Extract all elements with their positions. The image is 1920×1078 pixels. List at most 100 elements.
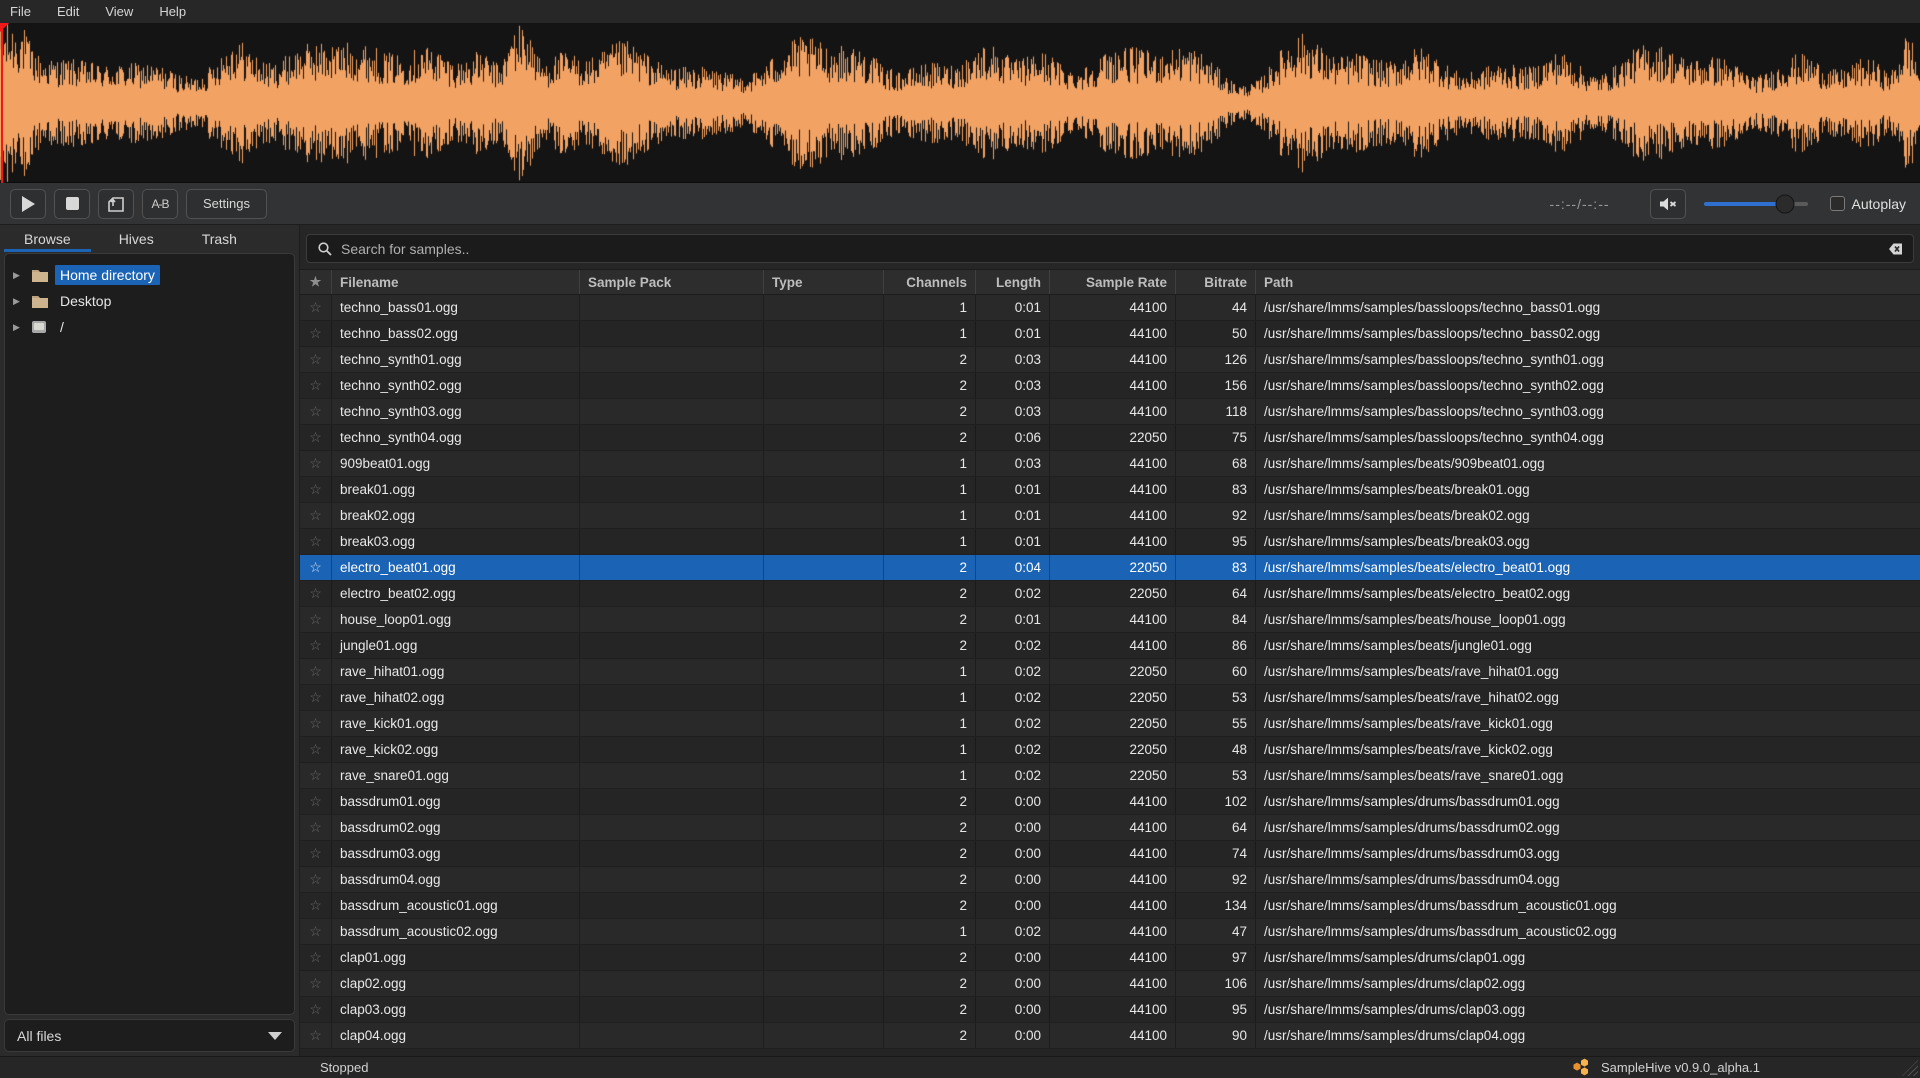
play-button[interactable] (10, 189, 46, 219)
table-row[interactable]: ☆ bassdrum04.ogg 2 0:00 44100 92 /usr/sh… (300, 867, 1920, 893)
mute-button[interactable] (1650, 189, 1686, 219)
header-type[interactable]: Type (764, 270, 884, 294)
favorite-star-icon[interactable]: ☆ (309, 949, 322, 966)
table-row[interactable]: ☆ rave_hihat01.ogg 1 0:02 22050 60 /usr/… (300, 659, 1920, 685)
table-row[interactable]: ☆ techno_synth04.ogg 2 0:06 22050 75 /us… (300, 425, 1920, 451)
favorite-star-icon[interactable]: ☆ (309, 715, 322, 732)
table-row[interactable]: ☆ rave_snare01.ogg 1 0:02 22050 53 /usr/… (300, 763, 1920, 789)
table-row[interactable]: ☆ techno_synth01.ogg 2 0:03 44100 126 /u… (300, 347, 1920, 373)
table-row[interactable]: ☆ bassdrum03.ogg 2 0:00 44100 74 /usr/sh… (300, 841, 1920, 867)
favorite-star-icon[interactable]: ☆ (309, 871, 322, 888)
expand-arrow-icon[interactable]: ▶ (13, 270, 31, 281)
tree-item-root[interactable]: ▶ / (5, 314, 294, 340)
menu-edit[interactable]: Edit (57, 4, 79, 19)
favorite-star-icon[interactable]: ☆ (309, 299, 322, 316)
header-sample-pack[interactable]: Sample Pack (580, 270, 764, 294)
resize-grip[interactable] (1902, 1060, 1918, 1076)
expand-arrow-icon[interactable]: ▶ (13, 322, 31, 333)
tab-trash[interactable]: Trash (178, 225, 261, 252)
table-row[interactable]: ☆ 909beat01.ogg 1 0:03 44100 68 /usr/sha… (300, 451, 1920, 477)
ab-loop-button[interactable]: A-B (142, 189, 178, 219)
favorite-star-icon[interactable]: ☆ (309, 377, 322, 394)
favorite-star-icon[interactable]: ☆ (309, 1001, 322, 1018)
table-row[interactable]: ☆ rave_kick01.ogg 1 0:02 22050 55 /usr/s… (300, 711, 1920, 737)
table-row[interactable]: ☆ bassdrum_acoustic02.ogg 1 0:02 44100 4… (300, 919, 1920, 945)
header-bitrate[interactable]: Bitrate (1176, 270, 1256, 294)
favorite-star-icon[interactable]: ☆ (309, 325, 322, 342)
favorite-star-icon[interactable]: ☆ (309, 689, 322, 706)
loop-button[interactable] (98, 189, 134, 219)
favorite-star-icon[interactable]: ☆ (309, 637, 322, 654)
table-row[interactable]: ☆ bassdrum_acoustic01.ogg 2 0:00 44100 1… (300, 893, 1920, 919)
favorite-star-icon[interactable]: ☆ (309, 481, 322, 498)
header-favorite-star-icon[interactable]: ★ (300, 270, 332, 294)
clear-search-icon[interactable] (1884, 242, 1903, 256)
search-bar[interactable] (306, 234, 1914, 263)
search-input[interactable] (341, 241, 1884, 257)
cell-sample-pack (580, 347, 764, 372)
settings-button[interactable]: Settings (186, 189, 267, 219)
table-row[interactable]: ☆ techno_synth02.ogg 2 0:03 44100 156 /u… (300, 373, 1920, 399)
waveform-panel[interactable] (0, 23, 1920, 183)
favorite-star-icon[interactable]: ☆ (309, 741, 322, 758)
favorite-star-icon[interactable]: ☆ (309, 819, 322, 836)
header-channels[interactable]: Channels (884, 270, 976, 294)
table-row[interactable]: ☆ electro_beat02.ogg 2 0:02 22050 64 /us… (300, 581, 1920, 607)
favorite-star-icon[interactable]: ☆ (309, 975, 322, 992)
favorite-star-icon[interactable]: ☆ (309, 1027, 322, 1044)
cell-length: 0:04 (976, 555, 1050, 580)
table-row[interactable]: ☆ break01.ogg 1 0:01 44100 83 /usr/share… (300, 477, 1920, 503)
favorite-star-icon[interactable]: ☆ (309, 585, 322, 602)
table-row[interactable]: ☆ bassdrum02.ogg 2 0:00 44100 64 /usr/sh… (300, 815, 1920, 841)
table-row[interactable]: ☆ bassdrum01.ogg 2 0:00 44100 102 /usr/s… (300, 789, 1920, 815)
table-row[interactable]: ☆ techno_bass01.ogg 1 0:01 44100 44 /usr… (300, 295, 1920, 321)
favorite-star-icon[interactable]: ☆ (309, 533, 322, 550)
header-path[interactable]: Path (1256, 270, 1920, 294)
table-row[interactable]: ☆ rave_kick02.ogg 1 0:02 22050 48 /usr/s… (300, 737, 1920, 763)
table-row[interactable]: ☆ techno_bass02.ogg 1 0:01 44100 50 /usr… (300, 321, 1920, 347)
table-row[interactable]: ☆ clap04.ogg 2 0:00 44100 90 /usr/share/… (300, 1023, 1920, 1049)
tab-browse[interactable]: Browse (0, 225, 95, 252)
table-row[interactable]: ☆ house_loop01.ogg 2 0:01 44100 84 /usr/… (300, 607, 1920, 633)
sample-list: ☆ techno_bass01.ogg 1 0:01 44100 44 /usr… (300, 295, 1920, 1056)
favorite-star-icon[interactable]: ☆ (309, 923, 322, 940)
header-filename[interactable]: Filename (332, 270, 580, 294)
table-row[interactable]: ☆ jungle01.ogg 2 0:02 44100 86 /usr/shar… (300, 633, 1920, 659)
waveform-canvas[interactable] (0, 23, 1920, 183)
table-row[interactable]: ☆ techno_synth03.ogg 2 0:03 44100 118 /u… (300, 399, 1920, 425)
favorite-star-icon[interactable]: ☆ (309, 403, 322, 420)
file-filter-dropdown[interactable]: All files (4, 1019, 295, 1052)
favorite-star-icon[interactable]: ☆ (309, 611, 322, 628)
menu-help[interactable]: Help (159, 4, 186, 19)
favorite-star-icon[interactable]: ☆ (309, 455, 322, 472)
favorite-star-icon[interactable]: ☆ (309, 429, 322, 446)
tree-item-desktop[interactable]: ▶ Desktop (5, 288, 294, 314)
favorite-star-icon[interactable]: ☆ (309, 663, 322, 680)
tab-hives[interactable]: Hives (95, 225, 178, 252)
favorite-star-icon[interactable]: ☆ (309, 559, 322, 576)
favorite-star-icon[interactable]: ☆ (309, 767, 322, 784)
favorite-star-icon[interactable]: ☆ (309, 897, 322, 914)
table-row[interactable]: ☆ rave_hihat02.ogg 1 0:02 22050 53 /usr/… (300, 685, 1920, 711)
favorite-star-icon[interactable]: ☆ (309, 351, 322, 368)
favorite-star-icon[interactable]: ☆ (309, 793, 322, 810)
autoplay-checkbox[interactable] (1830, 196, 1845, 211)
header-sample-rate[interactable]: Sample Rate (1050, 270, 1176, 294)
stop-button[interactable] (54, 189, 90, 219)
header-length[interactable]: Length (976, 270, 1050, 294)
table-row[interactable]: ☆ break02.ogg 1 0:01 44100 92 /usr/share… (300, 503, 1920, 529)
volume-slider[interactable] (1704, 202, 1808, 206)
favorite-star-icon[interactable]: ☆ (309, 507, 322, 524)
favorite-star-icon[interactable]: ☆ (309, 845, 322, 862)
table-row[interactable]: ☆ electro_beat01.ogg 2 0:04 22050 83 /us… (300, 555, 1920, 581)
table-row[interactable]: ☆ clap02.ogg 2 0:00 44100 106 /usr/share… (300, 971, 1920, 997)
playhead-line[interactable] (1, 23, 3, 183)
menu-file[interactable]: File (10, 4, 31, 19)
table-row[interactable]: ☆ break03.ogg 1 0:01 44100 95 /usr/share… (300, 529, 1920, 555)
table-row[interactable]: ☆ clap03.ogg 2 0:00 44100 95 /usr/share/… (300, 997, 1920, 1023)
volume-slider-handle[interactable] (1775, 194, 1794, 213)
expand-arrow-icon[interactable]: ▶ (13, 296, 31, 307)
table-row[interactable]: ☆ clap01.ogg 2 0:00 44100 97 /usr/share/… (300, 945, 1920, 971)
tree-item-home-directory[interactable]: ▶ Home directory (5, 262, 294, 288)
menu-view[interactable]: View (105, 4, 133, 19)
